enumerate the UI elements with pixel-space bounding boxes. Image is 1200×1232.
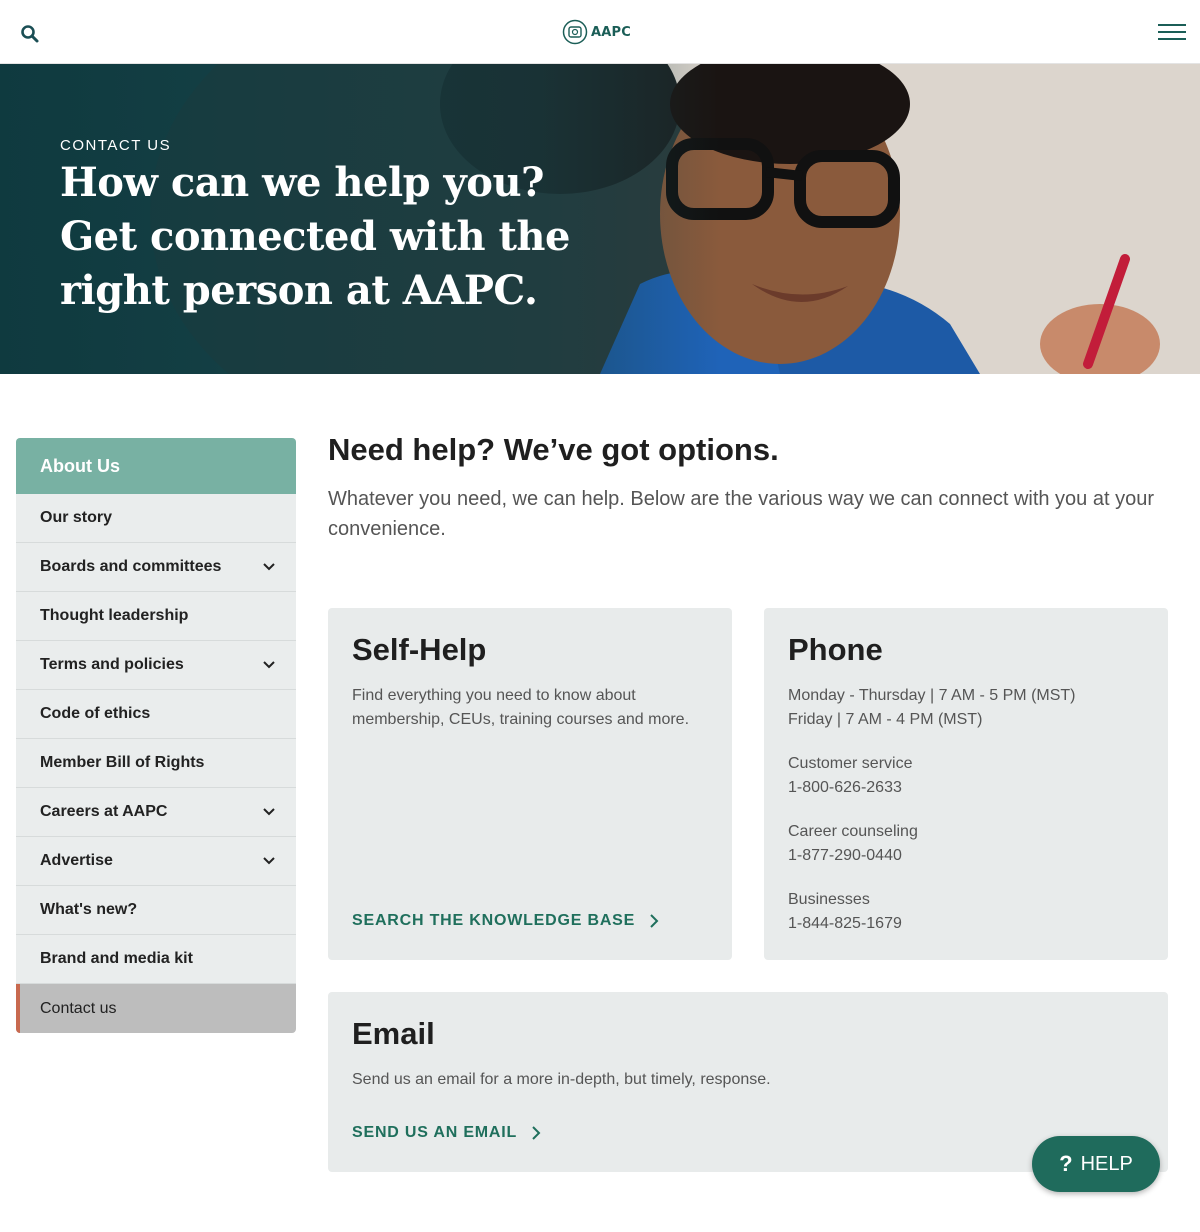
sidebar-item[interactable]: Thought leadership: [16, 592, 296, 641]
section-title: Need help? We’ve got options.: [328, 432, 779, 467]
page-title: How can we help you? Get connected with …: [60, 159, 570, 314]
phone-card: Phone Monday - Thursday | 7 AM - 5 PM (M…: [764, 608, 1168, 960]
search-knowledge-base-label: SEARCH THE KNOWLEDGE BASE: [352, 912, 636, 929]
chevron-down-icon[interactable]: [262, 805, 276, 819]
phone-hours-1: Monday - Thursday | 7 AM - 5 PM (MST): [788, 687, 1076, 704]
sidebar-item-label: Terms and policies: [40, 656, 184, 673]
search-icon[interactable]: [20, 24, 40, 44]
chevron-down-icon[interactable]: [262, 854, 276, 868]
businesses-number[interactable]: 1-844-825-1679: [788, 912, 902, 936]
self-help-card: Self-Help Find everything you need to kn…: [328, 608, 732, 960]
sidebar-item-label: Our story: [40, 509, 113, 526]
sidebar-item[interactable]: Our story: [16, 494, 296, 543]
career-counseling-label: Career counseling: [788, 823, 918, 840]
career-counseling-number[interactable]: 1-877-290-0440: [788, 844, 902, 868]
sidebar-item[interactable]: Code of ethics: [16, 690, 296, 739]
hamburger-menu-icon[interactable]: [1158, 22, 1186, 42]
self-help-text: Find everything you need to know about m…: [352, 687, 690, 728]
sidebar-item-label: Contact us: [40, 999, 117, 1017]
sidebar-item-label: Code of ethics: [40, 705, 151, 722]
email-text: Send us an email for a more in-depth, bu…: [352, 1071, 771, 1088]
phone-hours-2: Friday | 7 AM - 4 PM (MST): [788, 711, 983, 728]
sidebar-item-label: Advertise: [40, 852, 113, 869]
sidebar-item-label: Thought leadership: [40, 607, 189, 624]
sidebar-item[interactable]: Careers at AAPC: [16, 788, 296, 837]
chevron-down-icon[interactable]: [262, 658, 276, 672]
search-knowledge-base-link[interactable]: SEARCH THE KNOWLEDGE BASE: [352, 912, 659, 930]
section-subtitle: Whatever you need, we can help. Below ar…: [328, 488, 1155, 540]
question-mark-icon: ?: [1059, 1151, 1073, 1176]
sidebar-item-label: Boards and committees: [40, 558, 222, 575]
email-title: Email: [352, 1016, 435, 1051]
logo-text: AAPC: [591, 24, 631, 40]
chevron-right-icon: [650, 914, 659, 928]
chevron-down-icon[interactable]: [262, 560, 276, 574]
aapc-logo[interactable]: AAPC: [562, 19, 631, 45]
help-button-label: HELP: [1080, 1152, 1133, 1175]
sidebar-item[interactable]: Advertise: [16, 837, 296, 886]
chevron-right-icon: [532, 1126, 541, 1140]
hero-banner: CONTACT US How can we help you? Get conn…: [0, 64, 1200, 374]
sidebar-item[interactable]: Boards and committees: [16, 543, 296, 592]
sidebar-item[interactable]: Brand and media kit: [16, 935, 296, 984]
sidebar-item[interactable]: Member Bill of Rights: [16, 739, 296, 788]
send-email-label: SEND US AN EMAIL: [352, 1124, 518, 1141]
aapc-logo-icon: [562, 19, 588, 45]
sidebar-item[interactable]: Contact us: [16, 984, 296, 1033]
sidebar-item-label: Brand and media kit: [40, 950, 193, 967]
sidebar-item[interactable]: Terms and policies: [16, 641, 296, 690]
self-help-title: Self-Help: [352, 632, 487, 667]
phone-title: Phone: [788, 632, 883, 667]
customer-service-number[interactable]: 1-800-626-2633: [788, 776, 902, 800]
about-us-sidebar: About Us Our story Boards and committees T…: [16, 438, 296, 1033]
sidebar-item[interactable]: What's new?: [16, 886, 296, 935]
sidebar-item-label: Careers at AAPC: [40, 803, 168, 820]
sidebar-item-label: What's new?: [40, 901, 138, 918]
help-button[interactable]: ? HELP: [1032, 1136, 1160, 1192]
sidebar-heading[interactable]: About Us: [16, 438, 296, 494]
customer-service-label: Customer service: [788, 755, 913, 772]
send-email-link[interactable]: SEND US AN EMAIL: [352, 1124, 541, 1142]
businesses-label: Businesses: [788, 891, 870, 908]
hero-eyebrow: CONTACT US: [60, 137, 172, 154]
top-navigation-bar: AAPC: [0, 0, 1200, 64]
sidebar-item-label: Member Bill of Rights: [40, 754, 205, 771]
